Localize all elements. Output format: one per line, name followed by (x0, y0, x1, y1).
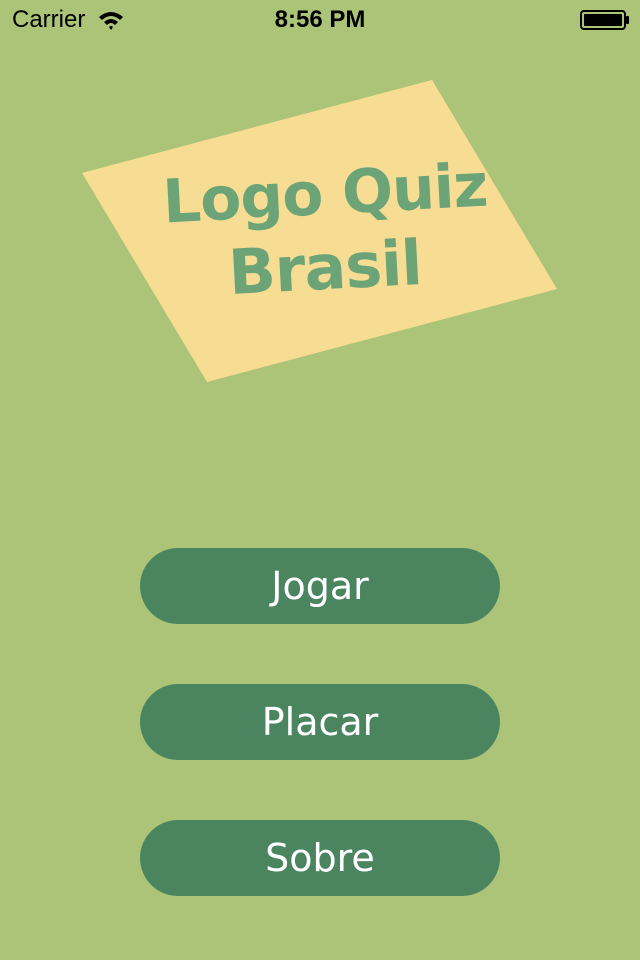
play-button[interactable]: Jogar (140, 548, 500, 624)
about-button[interactable]: Sobre (140, 820, 500, 896)
logo-card: Logo Quiz Brasil (0, 0, 640, 460)
score-button[interactable]: Placar (140, 684, 500, 760)
